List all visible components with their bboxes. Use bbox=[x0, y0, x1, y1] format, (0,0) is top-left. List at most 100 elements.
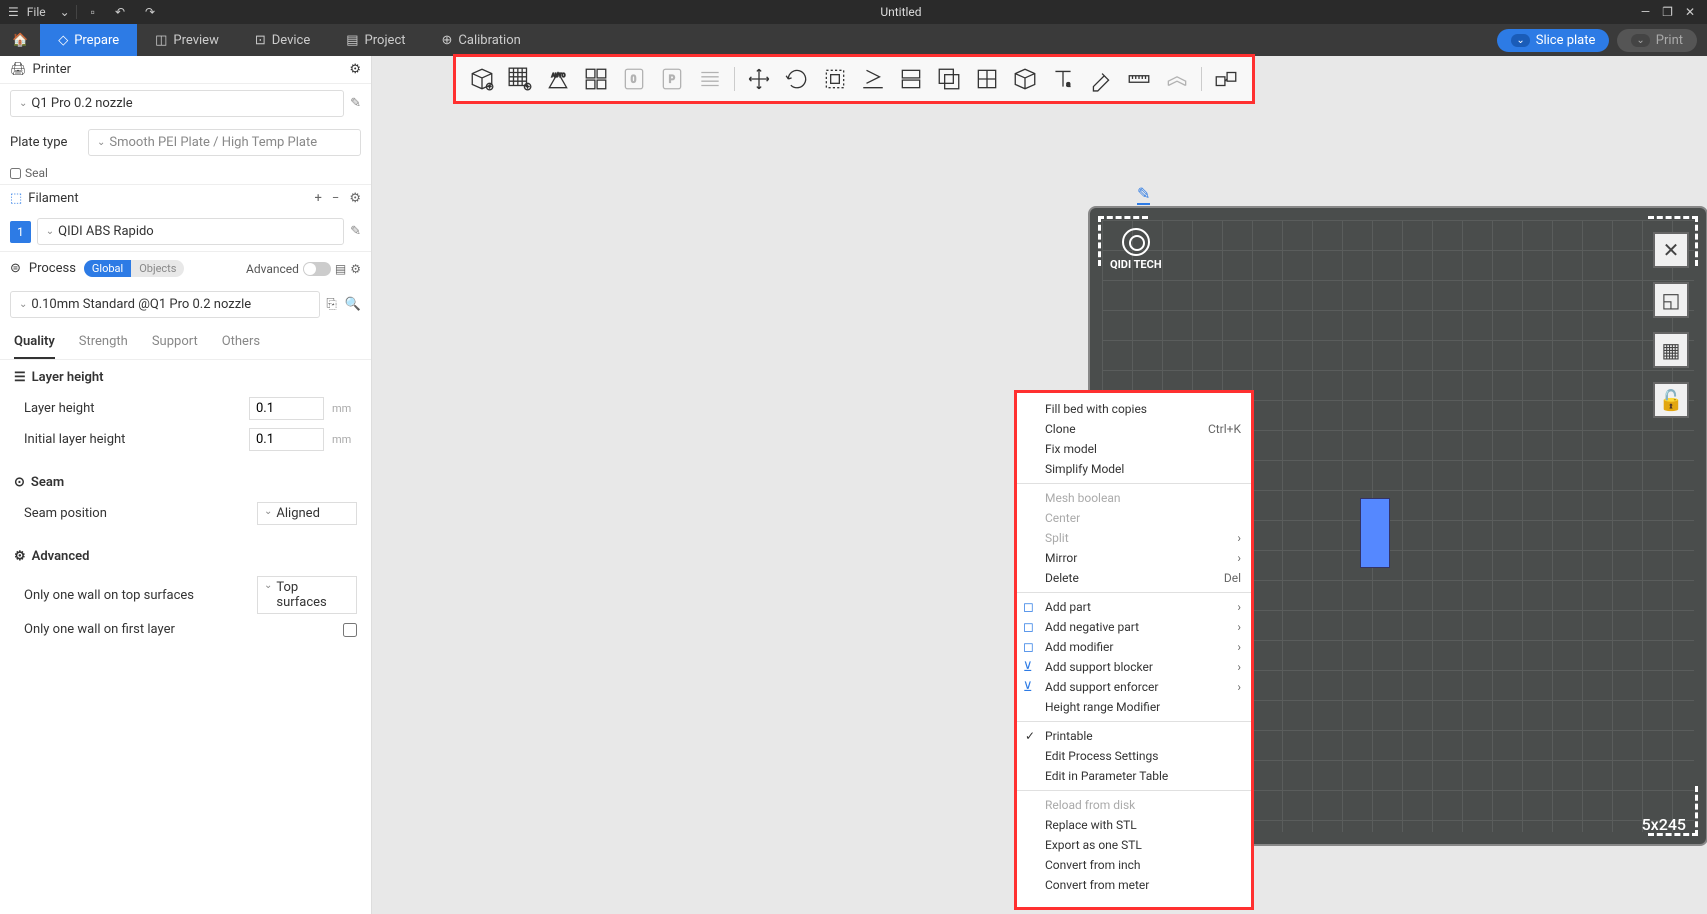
minimize-icon[interactable]: — bbox=[1641, 5, 1650, 19]
gear-icon[interactable]: ⚙ bbox=[349, 62, 361, 77]
auto-orient-icon[interactable]: AUTO bbox=[544, 65, 572, 93]
slice-plate-button[interactable]: ⌄Slice plate bbox=[1497, 29, 1609, 52]
move-icon[interactable] bbox=[745, 65, 773, 93]
filament-select[interactable]: ⌄QIDI ABS Rapido bbox=[37, 218, 344, 245]
printer-select[interactable]: ⌄Q1 Pro 0.2 nozzle bbox=[10, 90, 344, 117]
ctx-add-negative[interactable]: ◻Add negative part› bbox=[1017, 617, 1251, 637]
lines-icon[interactable] bbox=[696, 65, 724, 93]
text-icon[interactable]: a bbox=[1049, 65, 1077, 93]
save-process-icon[interactable]: ⎘ bbox=[326, 297, 336, 312]
project-tab[interactable]: ▤Project bbox=[328, 24, 423, 56]
ctx-edit-param-table[interactable]: Edit in Parameter Table bbox=[1017, 766, 1251, 786]
flatten-icon[interactable] bbox=[859, 65, 887, 93]
close-icon[interactable]: ✕ bbox=[1685, 5, 1695, 19]
process-section-header: ⊜ Process Global Objects Advanced ▤ ⚙ bbox=[0, 251, 371, 285]
ctx-add-part[interactable]: ◻Add part› bbox=[1017, 597, 1251, 617]
ctx-printable[interactable]: ✓Printable bbox=[1017, 726, 1251, 746]
assembly-icon[interactable] bbox=[1163, 65, 1191, 93]
print-button[interactable]: ⌄Print bbox=[1617, 29, 1697, 52]
only-one-wall-top-select[interactable]: ⌄Top surfaces bbox=[257, 576, 357, 614]
undo-icon[interactable]: ↶ bbox=[109, 5, 131, 19]
edit-filament-icon[interactable]: ✎ bbox=[350, 224, 361, 239]
redo-icon[interactable]: ↷ bbox=[139, 5, 161, 19]
remove-filament-icon[interactable]: − bbox=[332, 191, 339, 206]
edit-printer-icon[interactable]: ✎ bbox=[350, 96, 361, 111]
prepare-tab[interactable]: ◇Prepare bbox=[40, 24, 137, 56]
new-icon[interactable]: ▫ bbox=[85, 5, 101, 19]
global-objects-toggle[interactable]: Global Objects bbox=[84, 260, 185, 277]
filament-number[interactable]: 1 bbox=[10, 221, 31, 243]
perspective-icon[interactable]: ◱ bbox=[1653, 282, 1689, 318]
calibration-tab[interactable]: ⊕Calibration bbox=[424, 24, 539, 56]
ctx-edit-process[interactable]: Edit Process Settings bbox=[1017, 746, 1251, 766]
add-filament-icon[interactable]: + bbox=[315, 191, 322, 206]
search-process-icon[interactable]: 🔍 bbox=[345, 297, 361, 312]
add-cube-icon[interactable] bbox=[468, 65, 496, 93]
advanced-group: ⚙Advanced bbox=[14, 549, 357, 564]
ctx-fix-model[interactable]: Fix model bbox=[1017, 439, 1251, 459]
ctx-simplify[interactable]: Simplify Model bbox=[1017, 459, 1251, 479]
cut-icon[interactable] bbox=[897, 65, 925, 93]
plate-edit-icon[interactable]: ✎ bbox=[1137, 184, 1150, 205]
preview-tab[interactable]: ◫Preview bbox=[137, 24, 237, 56]
ctx-convert-meter[interactable]: Convert from meter bbox=[1017, 875, 1251, 895]
menu-icon[interactable]: ☰ bbox=[8, 5, 19, 19]
others-tab[interactable]: Others bbox=[222, 334, 260, 359]
rotate-icon[interactable] bbox=[783, 65, 811, 93]
device-tab[interactable]: ⊡Device bbox=[237, 24, 328, 56]
ctx-export-stl[interactable]: Export as one STL bbox=[1017, 835, 1251, 855]
file-menu[interactable]: File bbox=[27, 5, 46, 19]
arrange-icon[interactable] bbox=[582, 65, 610, 93]
ctx-convert-inch[interactable]: Convert from inch bbox=[1017, 855, 1251, 875]
only-one-wall-top-label: Only one wall on top surfaces bbox=[24, 588, 249, 603]
ctx-add-support-enforcer[interactable]: ⊻Add support enforcer› bbox=[1017, 677, 1251, 697]
lock-icon[interactable]: 🔓 bbox=[1653, 382, 1689, 418]
process-select[interactable]: ⌄0.10mm Standard @Q1 Pro 0.2 nozzle bbox=[10, 291, 320, 318]
ctx-replace-stl[interactable]: Replace with STL bbox=[1017, 815, 1251, 835]
initial-layer-input[interactable] bbox=[249, 428, 324, 451]
color-paint-icon[interactable] bbox=[1087, 65, 1115, 93]
layer-height-input[interactable] bbox=[249, 397, 324, 420]
add-plate-icon[interactable] bbox=[506, 65, 534, 93]
seam-paint-icon[interactable] bbox=[1011, 65, 1039, 93]
layout-icon[interactable]: ▦ bbox=[1653, 332, 1689, 368]
layer-height-group: ☰Layer height bbox=[14, 370, 357, 385]
advanced-switch[interactable] bbox=[303, 262, 331, 276]
seal-checkbox[interactable] bbox=[10, 168, 21, 179]
plate-type-select[interactable]: ⌄Smooth PEI Plate / High Temp Plate bbox=[88, 129, 361, 156]
measure-icon[interactable] bbox=[1125, 65, 1153, 93]
svg-text:0: 0 bbox=[630, 74, 635, 85]
home-tab[interactable]: 🏠 bbox=[0, 24, 40, 56]
process-gear-icon[interactable]: ⚙ bbox=[350, 262, 361, 276]
plate-settings-icon[interactable]: P bbox=[658, 65, 686, 93]
list-icon[interactable]: ▤ bbox=[335, 262, 346, 276]
close-view-icon[interactable]: ✕ bbox=[1653, 232, 1689, 268]
filament-icon: ⬚ bbox=[10, 191, 22, 206]
support-tab[interactable]: Support bbox=[152, 334, 198, 359]
ctx-delete[interactable]: DeleteDel bbox=[1017, 568, 1251, 588]
file-dropdown-icon[interactable]: ⌄ bbox=[54, 5, 77, 19]
seam-position-select[interactable]: ⌄Aligned bbox=[257, 502, 357, 525]
plate-type-label: Plate type bbox=[10, 135, 80, 150]
ctx-height-range[interactable]: Height range Modifier bbox=[1017, 697, 1251, 717]
ctx-add-support-blocker[interactable]: ⊻Add support blocker› bbox=[1017, 657, 1251, 677]
ctx-clone[interactable]: CloneCtrl+K bbox=[1017, 419, 1251, 439]
variable-layer-icon[interactable]: 0 bbox=[620, 65, 648, 93]
support-paint-icon[interactable] bbox=[973, 65, 1001, 93]
layers-icon: ☰ bbox=[14, 370, 26, 385]
filament-gear-icon[interactable]: ⚙ bbox=[349, 191, 361, 206]
ctx-fill-bed[interactable]: Fill bed with copies bbox=[1017, 399, 1251, 419]
ctx-add-modifier[interactable]: ◻Add modifier› bbox=[1017, 637, 1251, 657]
check-icon: ✓ bbox=[1025, 729, 1035, 743]
selected-object[interactable] bbox=[1360, 498, 1390, 568]
quality-tab[interactable]: Quality bbox=[14, 334, 55, 359]
only-one-wall-first-checkbox[interactable] bbox=[343, 623, 357, 637]
gear-advanced-icon: ⚙ bbox=[14, 549, 26, 564]
assemble-icon[interactable] bbox=[1212, 65, 1240, 93]
printer-icon: 🖨 bbox=[10, 62, 27, 77]
scale-icon[interactable] bbox=[821, 65, 849, 93]
strength-tab[interactable]: Strength bbox=[79, 334, 128, 359]
mesh-boolean-icon[interactable] bbox=[935, 65, 963, 93]
ctx-mirror[interactable]: Mirror› bbox=[1017, 548, 1251, 568]
maximize-icon[interactable]: ❐ bbox=[1662, 5, 1673, 19]
